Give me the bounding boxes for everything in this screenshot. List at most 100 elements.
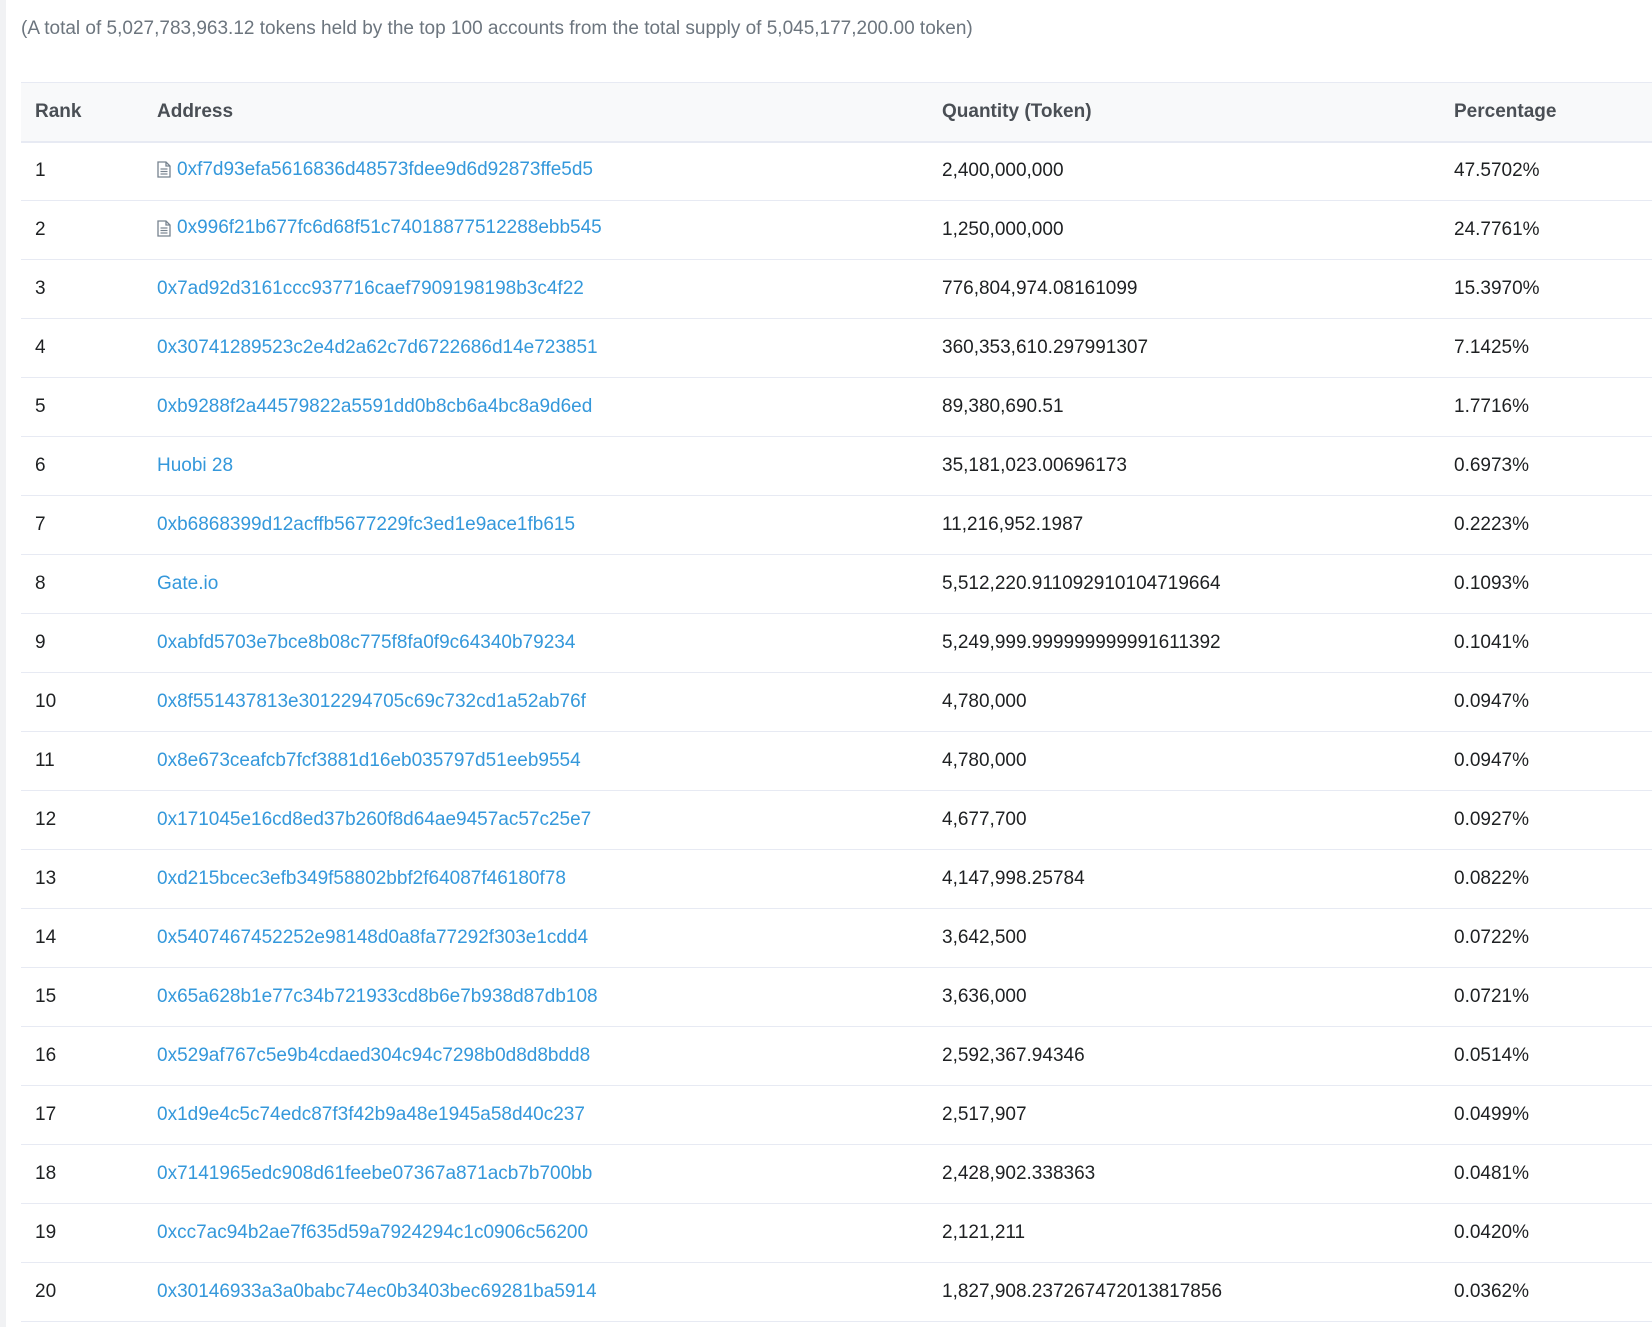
address-cell: 0xcc7ac94b2ae7f635d59a7924294c1c0906c562… xyxy=(143,1203,928,1263)
percentage-value: 0.0927% xyxy=(1454,809,1530,830)
column-header-address: Address xyxy=(143,82,928,143)
table-row: 11 0x8e673ceafcb7fcf3881d16eb035797d51ee… xyxy=(21,731,1652,791)
table-row: 17 0x1d9e4c5c74edc87f3f42b9a48e1945a58d4… xyxy=(21,1085,1652,1145)
percentage-cell: 0.0927% xyxy=(1440,790,1652,850)
left-gutter xyxy=(0,0,6,1327)
rank-cell: 4 xyxy=(21,318,143,378)
quantity-cell: 4,147,998.25784 xyxy=(928,849,1440,909)
quantity-cell: 1,827,908.237267472013817856 xyxy=(928,1262,1440,1322)
percentage-cell: 7.1425% xyxy=(1440,318,1652,378)
percentage-cell: 47.5702% xyxy=(1440,141,1652,201)
rank-value: 7 xyxy=(35,514,46,535)
holder-address-link[interactable]: 0x8f551437813e3012294705c69c732cd1a52ab7… xyxy=(157,691,586,713)
table-row: 1 0xf7d93efa5616836d48573fdee9d6d92873ff… xyxy=(21,141,1652,201)
rank-value: 8 xyxy=(35,573,46,594)
holder-address-link[interactable]: 0x996f21b677fc6d68f51c74018877512288ebb5… xyxy=(177,217,602,239)
percentage-cell: 15.3970% xyxy=(1440,259,1652,319)
percentage-cell: 0.0947% xyxy=(1440,672,1652,732)
table-row: 4 0x30741289523c2e4d2a62c7d6722686d14e72… xyxy=(21,318,1652,378)
holder-address-link[interactable]: Gate.io xyxy=(157,573,218,595)
rank-cell: 6 xyxy=(21,436,143,496)
holder-address-link[interactable]: 0xf7d93efa5616836d48573fdee9d6d92873ffe5… xyxy=(177,159,593,181)
rank-value: 3 xyxy=(35,278,46,299)
holder-address-link[interactable]: 0xb6868399d12acffb5677229fc3ed1e9ace1fb6… xyxy=(157,514,575,536)
holder-address-link[interactable]: 0x7ad92d3161ccc937716caef7909198198b3c4f… xyxy=(157,278,584,300)
table-body: 1 0xf7d93efa5616836d48573fdee9d6d92873ff… xyxy=(21,141,1652,1322)
quantity-value: 3,642,500 xyxy=(942,927,1027,948)
rank-value: 5 xyxy=(35,396,46,417)
quantity-value: 35,181,023.00696173 xyxy=(942,455,1127,476)
column-header-rank: Rank xyxy=(21,82,143,143)
holder-address-link[interactable]: 0xabfd5703e7bce8b08c775f8fa0f9c64340b792… xyxy=(157,632,575,654)
address-cell: 0x65a628b1e77c34b721933cd8b6e7b938d87db1… xyxy=(143,967,928,1027)
rank-cell: 14 xyxy=(21,908,143,968)
holder-address-link[interactable]: 0x171045e16cd8ed37b260f8d64ae9457ac57c25… xyxy=(157,809,591,831)
rank-cell: 1 xyxy=(21,141,143,201)
percentage-cell: 0.0822% xyxy=(1440,849,1652,909)
table-header-row: Rank Address Quantity (Token) Percentage xyxy=(21,82,1652,143)
holder-address-link[interactable]: 0x1d9e4c5c74edc87f3f42b9a48e1945a58d40c2… xyxy=(157,1104,585,1126)
percentage-cell: 0.0362% xyxy=(1440,1262,1652,1322)
column-header-quantity: Quantity (Token) xyxy=(928,82,1440,143)
quantity-value: 1,827,908.237267472013817856 xyxy=(942,1281,1223,1302)
rank-value: 14 xyxy=(35,927,57,948)
quantity-cell: 4,677,700 xyxy=(928,790,1440,850)
percentage-value: 0.0420% xyxy=(1454,1222,1530,1243)
rank-cell: 16 xyxy=(21,1026,143,1086)
table-row: 9 0xabfd5703e7bce8b08c775f8fa0f9c64340b7… xyxy=(21,613,1652,673)
holder-address-link[interactable]: 0x529af767c5e9b4cdaed304c94c7298b0d8d8bd… xyxy=(157,1045,590,1067)
table-row: 15 0x65a628b1e77c34b721933cd8b6e7b938d87… xyxy=(21,967,1652,1027)
rank-value: 13 xyxy=(35,868,57,889)
address-cell: 0x30741289523c2e4d2a62c7d6722686d14e7238… xyxy=(143,318,928,378)
rank-cell: 8 xyxy=(21,554,143,614)
holder-address-link[interactable]: Huobi 28 xyxy=(157,455,233,477)
holder-address-link[interactable]: 0x30146933a3a0babc74ec0b3403bec69281ba59… xyxy=(157,1281,597,1303)
holder-address-link[interactable]: 0x30741289523c2e4d2a62c7d6722686d14e7238… xyxy=(157,337,598,359)
address-cell: 0xf7d93efa5616836d48573fdee9d6d92873ffe5… xyxy=(143,141,928,201)
quantity-cell: 776,804,974.08161099 xyxy=(928,259,1440,319)
quantity-value: 360,353,610.297991307 xyxy=(942,337,1149,358)
address-cell: 0xabfd5703e7bce8b08c775f8fa0f9c64340b792… xyxy=(143,613,928,673)
quantity-value: 2,592,367.94346 xyxy=(942,1045,1085,1066)
quantity-cell: 3,642,500 xyxy=(928,908,1440,968)
contract-file-icon xyxy=(157,161,171,178)
quantity-cell: 2,517,907 xyxy=(928,1085,1440,1145)
quantity-value: 11,216,952.1987 xyxy=(942,514,1084,535)
contract-file-icon xyxy=(157,220,171,237)
percentage-cell: 0.1093% xyxy=(1440,554,1652,614)
rank-cell: 19 xyxy=(21,1203,143,1263)
holder-address-link[interactable]: 0xd215bcec3efb349f58802bbf2f64087f46180f… xyxy=(157,868,566,890)
quantity-cell: 4,780,000 xyxy=(928,731,1440,791)
address-cell: Gate.io xyxy=(143,554,928,614)
holder-address-link[interactable]: 0xb9288f2a44579822a5591dd0b8cb6a4bc8a9d6… xyxy=(157,396,592,418)
percentage-value: 0.0481% xyxy=(1454,1163,1530,1184)
quantity-value: 3,636,000 xyxy=(942,986,1027,1007)
rank-cell: 11 xyxy=(21,731,143,791)
address-cell: 0xb9288f2a44579822a5591dd0b8cb6a4bc8a9d6… xyxy=(143,377,928,437)
address-cell: Huobi 28 xyxy=(143,436,928,496)
rank-value: 2 xyxy=(35,219,46,240)
holder-address-link[interactable]: 0x5407467452252e98148d0a8fa77292f303e1cd… xyxy=(157,927,588,949)
holder-address-link[interactable]: 0xcc7ac94b2ae7f635d59a7924294c1c0906c562… xyxy=(157,1222,588,1244)
percentage-value: 24.7761% xyxy=(1454,219,1540,240)
quantity-cell: 3,636,000 xyxy=(928,967,1440,1027)
percentage-cell: 0.0420% xyxy=(1440,1203,1652,1263)
holder-address-link[interactable]: 0x7141965edc908d61feebe07367a871acb7b700… xyxy=(157,1163,592,1185)
holder-address-link[interactable]: 0x8e673ceafcb7fcf3881d16eb035797d51eeb95… xyxy=(157,750,581,772)
percentage-cell: 24.7761% xyxy=(1440,200,1652,260)
address-cell: 0x7ad92d3161ccc937716caef7909198198b3c4f… xyxy=(143,259,928,319)
percentage-value: 7.1425% xyxy=(1454,337,1530,358)
percentage-value: 0.0822% xyxy=(1454,868,1530,889)
holder-address-link[interactable]: 0x65a628b1e77c34b721933cd8b6e7b938d87db1… xyxy=(157,986,598,1008)
percentage-value: 0.0947% xyxy=(1454,750,1530,771)
address-cell: 0x7141965edc908d61feebe07367a871acb7b700… xyxy=(143,1144,928,1204)
rank-value: 20 xyxy=(35,1281,57,1302)
rank-value: 4 xyxy=(35,337,46,358)
quantity-value: 4,780,000 xyxy=(942,691,1027,712)
table-row: 8 Gate.io 5,512,220.911092910104719664 0… xyxy=(21,554,1652,614)
table-row: 18 0x7141965edc908d61feebe07367a871acb7b… xyxy=(21,1144,1652,1204)
percentage-value: 0.6973% xyxy=(1454,455,1530,476)
percentage-value: 0.0499% xyxy=(1454,1104,1530,1125)
table-row: 7 0xb6868399d12acffb5677229fc3ed1e9ace1f… xyxy=(21,495,1652,555)
quantity-value: 1,250,000,000 xyxy=(942,219,1064,240)
